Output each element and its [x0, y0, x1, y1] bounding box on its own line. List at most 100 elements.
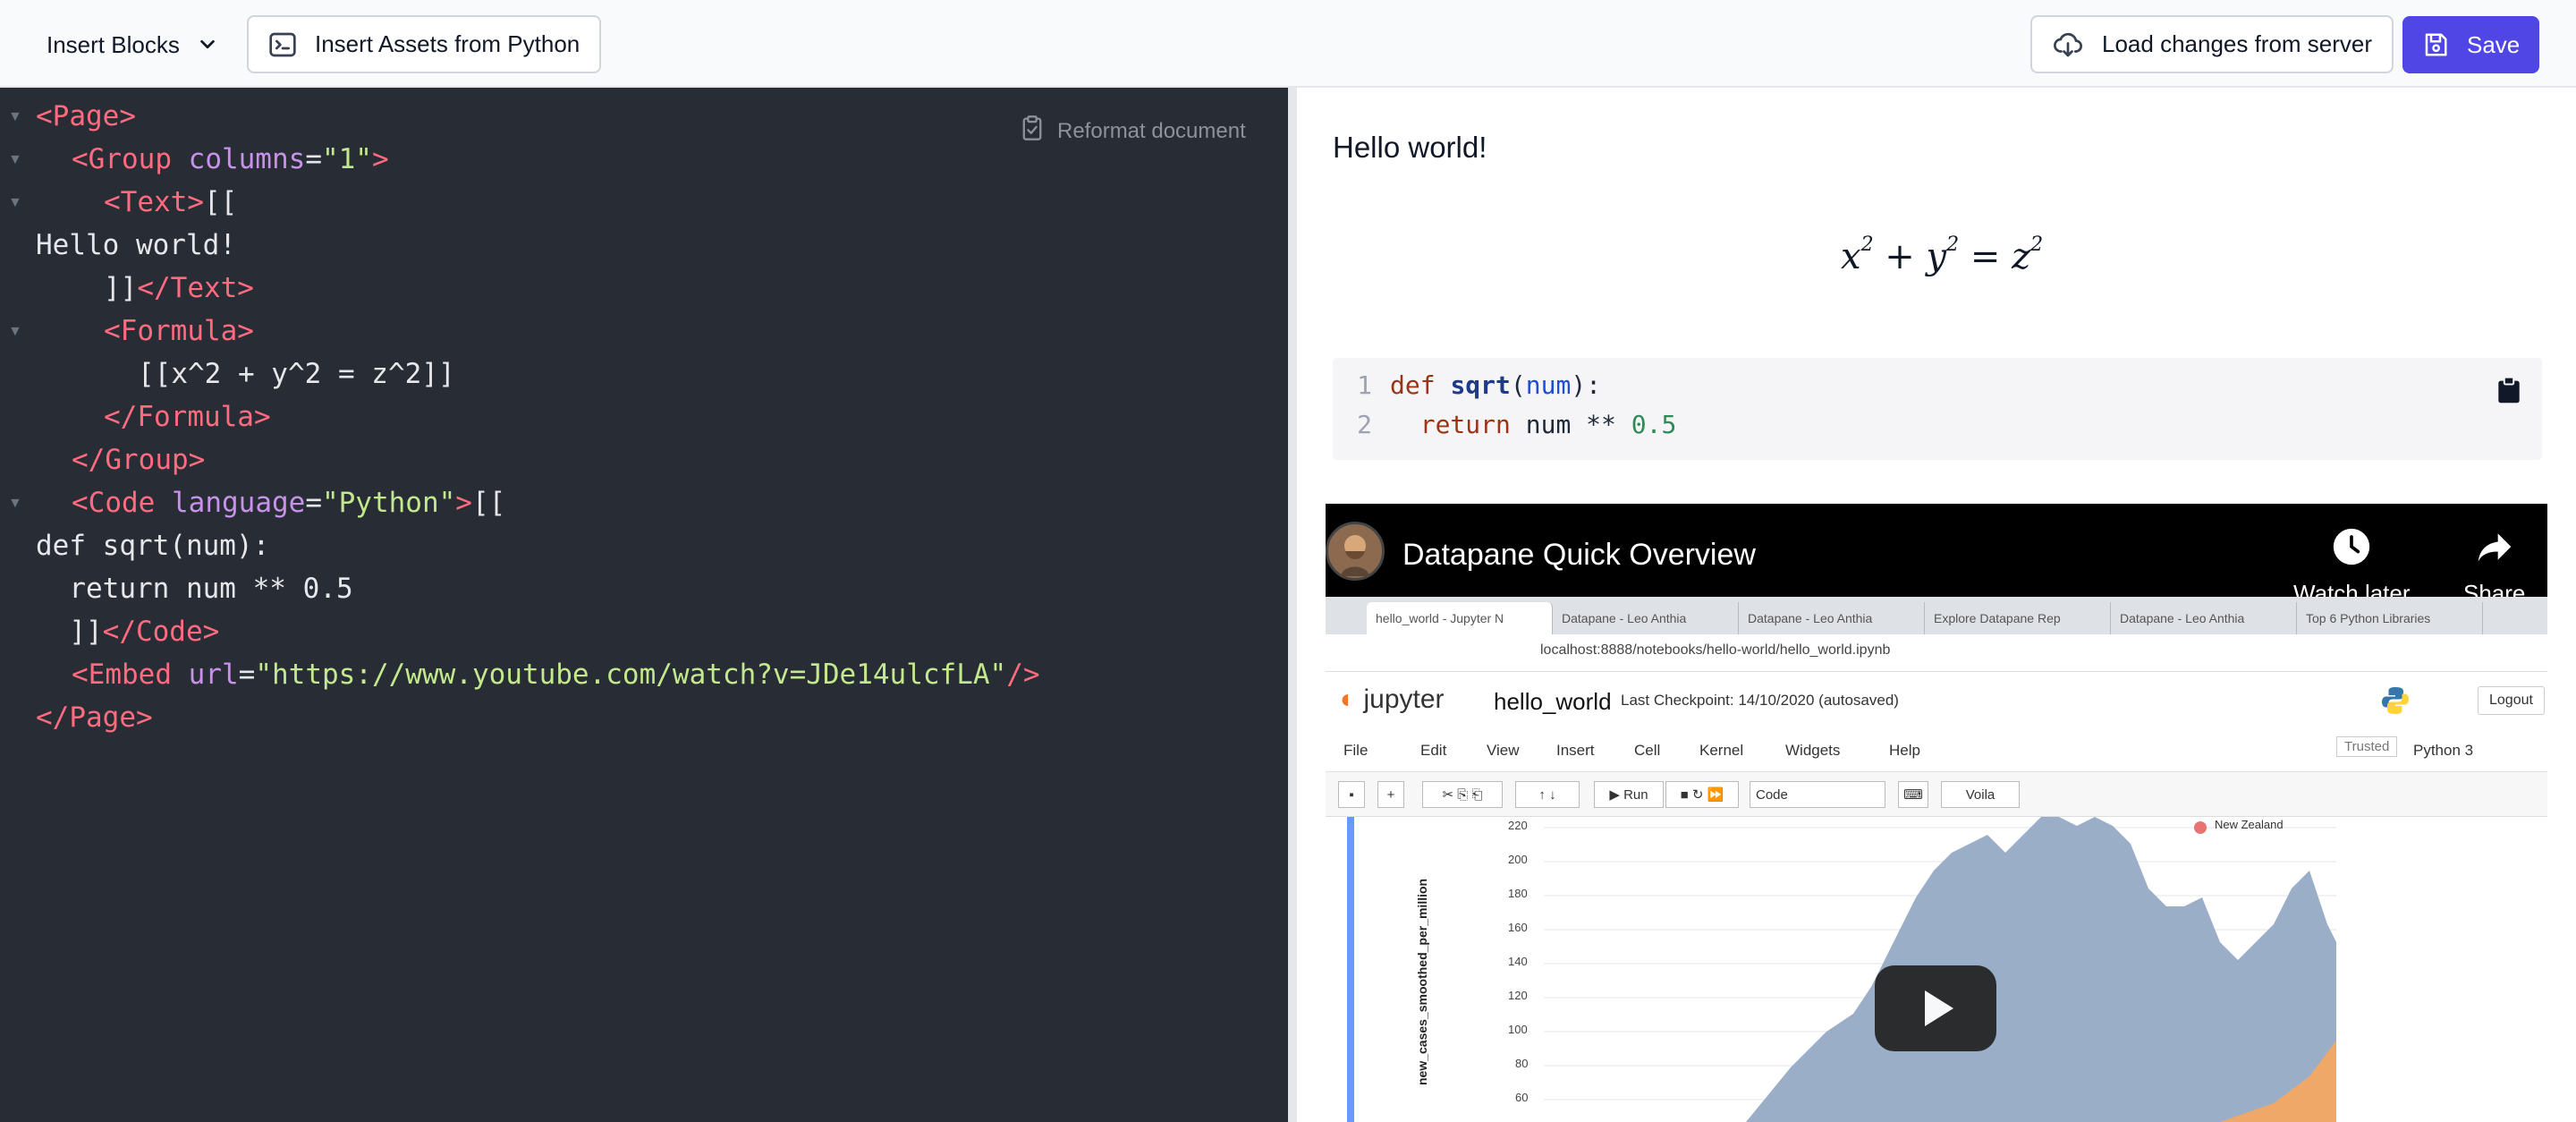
code-line: ]]</Text>: [104, 267, 254, 310]
param-token: num: [1525, 370, 1572, 400]
share-button[interactable]: Share: [2463, 527, 2525, 608]
tag-token: </Code>: [102, 616, 220, 648]
browser-tab: Explore Datapane Rep: [1925, 602, 2111, 634]
insert-assets-label: Insert Assets from Python: [315, 30, 580, 57]
y-tick: 160: [1508, 921, 1528, 934]
eq-token: =: [305, 143, 322, 175]
eq-token: =: [305, 487, 322, 519]
preview-formula: x2 + y2 = z2: [1841, 233, 2044, 277]
y-tick: 60: [1515, 1091, 1529, 1104]
tag-token: <Text>: [104, 186, 204, 218]
tag-token: <Formula>: [104, 315, 254, 347]
formula-exponent: 2: [1860, 233, 1874, 256]
code-line: </Group>: [72, 438, 205, 481]
save-label: Save: [2467, 30, 2521, 58]
watch-later-button[interactable]: Watch later: [2293, 527, 2411, 608]
logout-button: Logout: [2478, 686, 2545, 715]
top-toolbar: Insert Blocks Insert Assets from Python …: [0, 0, 2576, 88]
code-line: 1 def sqrt(num):: [1333, 370, 1601, 400]
code-line: <Group columns="1">: [72, 138, 389, 181]
browser-tab: Datapane - Leo Anthia: [1739, 602, 1925, 634]
plus-icon: +: [1377, 781, 1404, 808]
tag-token: </Formula>: [104, 401, 271, 433]
formula-var: z: [2012, 236, 2031, 277]
run-button: ▶ Run: [1594, 781, 1664, 808]
tag-token: >: [371, 143, 389, 175]
insert-blocks-label: Insert Blocks: [47, 30, 180, 58]
formula-exponent: 2: [1946, 233, 1960, 256]
keyword-token: def: [1390, 370, 1436, 400]
y-tick: 140: [1508, 955, 1528, 968]
move-arrows-icon: ↑ ↓: [1515, 781, 1580, 808]
tag-token: <Code: [72, 487, 156, 519]
browser-url-bar: localhost:8888/notebooks/hello-world/hel…: [1326, 634, 2547, 672]
code-editor[interactable]: Reformat document ▼ ▼ ▼ ▼ ▼ <Page> <Grou…: [0, 88, 1288, 1122]
insert-assets-button[interactable]: Insert Assets from Python: [247, 15, 602, 73]
function-token: sqrt: [1450, 370, 1511, 400]
text-token: [[x^2 + y^2 = z^2]]: [138, 358, 455, 390]
code-line: <Embed url="https://www.youtube.com/watc…: [72, 653, 1040, 696]
save-button[interactable]: Save: [2402, 16, 2540, 73]
keyword-token: return: [1419, 410, 1511, 439]
text-token: ]]: [36, 616, 103, 648]
attr-token: language: [172, 487, 306, 519]
y-tick: 220: [1508, 819, 1528, 832]
string-token: "Python": [321, 487, 456, 519]
formula-op: +: [1885, 236, 1915, 277]
video-title[interactable]: Datapane Quick Overview: [1402, 538, 1756, 573]
menu-item: Insert: [1556, 742, 1595, 759]
jupyter-logo: ◐ jupyter: [1340, 684, 1445, 714]
tag-token: <Page>: [36, 100, 136, 132]
reformat-document-button[interactable]: Reformat document: [1020, 115, 1246, 148]
string-token: "https://www.youtube.com/watch?v=JDe14ul…: [255, 659, 1007, 691]
formula-exponent: 2: [2030, 233, 2044, 256]
fold-arrow-icon[interactable]: ▼: [8, 195, 22, 211]
y-tick: 100: [1508, 1023, 1528, 1036]
python-logo-icon: [2379, 684, 2411, 721]
code-line: [[x^2 + y^2 = z^2]]: [138, 353, 455, 395]
legend-label: New Zealand: [2215, 818, 2284, 831]
y-tick: 120: [1508, 989, 1528, 1002]
code-line: </Page>: [36, 696, 153, 739]
code-line: </Formula>: [104, 395, 271, 438]
fold-arrow-icon[interactable]: ▼: [8, 109, 22, 125]
split-pane-divider[interactable]: [1288, 88, 1297, 1122]
tag-token: </Page>: [36, 701, 153, 734]
menu-item: Cell: [1634, 742, 1661, 759]
text-token: return num ** 0.5: [36, 573, 353, 605]
menu-item: Kernel: [1699, 742, 1744, 759]
browser-tabs: hello_world - Jupyter N Datapane - Leo A…: [1326, 597, 2547, 634]
attr-token: url: [188, 659, 239, 691]
fold-arrow-icon[interactable]: ▼: [8, 324, 22, 340]
terminal-icon: [268, 30, 297, 59]
menu-item: File: [1343, 742, 1368, 759]
browser-url: localhost:8888/notebooks/hello-world/hel…: [1540, 642, 1891, 658]
y-axis-label: new_cases_smoothed_per_million: [1415, 878, 1429, 1085]
line-number: 1: [1357, 370, 1372, 400]
code-line: ]]</Code>: [36, 610, 219, 653]
jupyter-header: ◐ jupyter hello_world Last Checkpoint: 1…: [1326, 672, 2547, 727]
share-arrow-icon: [2478, 533, 2512, 562]
fold-arrow-icon[interactable]: ▼: [8, 496, 22, 512]
code-line: 2 return num ** 0.5: [1333, 410, 1676, 439]
code-line: <Text>[[: [104, 181, 237, 224]
fold-arrow-icon[interactable]: ▼: [8, 152, 22, 168]
tag-token: </Text>: [137, 272, 254, 304]
load-changes-button[interactable]: Load changes from server: [2030, 15, 2394, 73]
video-play-button[interactable]: [1875, 965, 1996, 1051]
tag-token: <Embed: [72, 659, 172, 691]
trusted-badge: Trusted: [2336, 736, 2398, 757]
insert-blocks-dropdown[interactable]: Insert Blocks: [30, 16, 233, 73]
menu-item: View: [1487, 742, 1520, 759]
reformat-label: Reformat document: [1057, 118, 1246, 143]
channel-avatar[interactable]: [1326, 522, 1385, 581]
text-token: def sqrt(num):: [36, 530, 270, 562]
jupyter-wordmark: jupyter: [1363, 684, 1445, 714]
tag-token: </Group>: [72, 444, 206, 476]
youtube-embed[interactable]: Datapane Quick Overview Watch later Shar…: [1326, 504, 2547, 1122]
formula-var: x: [1841, 236, 1861, 277]
copy-clipboard-icon[interactable]: [2497, 376, 2521, 409]
code-line: <Page>: [36, 95, 136, 138]
jupyter-toolbar: ▪ + ✂ ⎘ ⎗ ↑ ↓ ▶ Run ■ ↻ ⏩ Code ⌨ Voila: [1326, 772, 2547, 817]
notebook-title: hello_world: [1494, 688, 1612, 715]
